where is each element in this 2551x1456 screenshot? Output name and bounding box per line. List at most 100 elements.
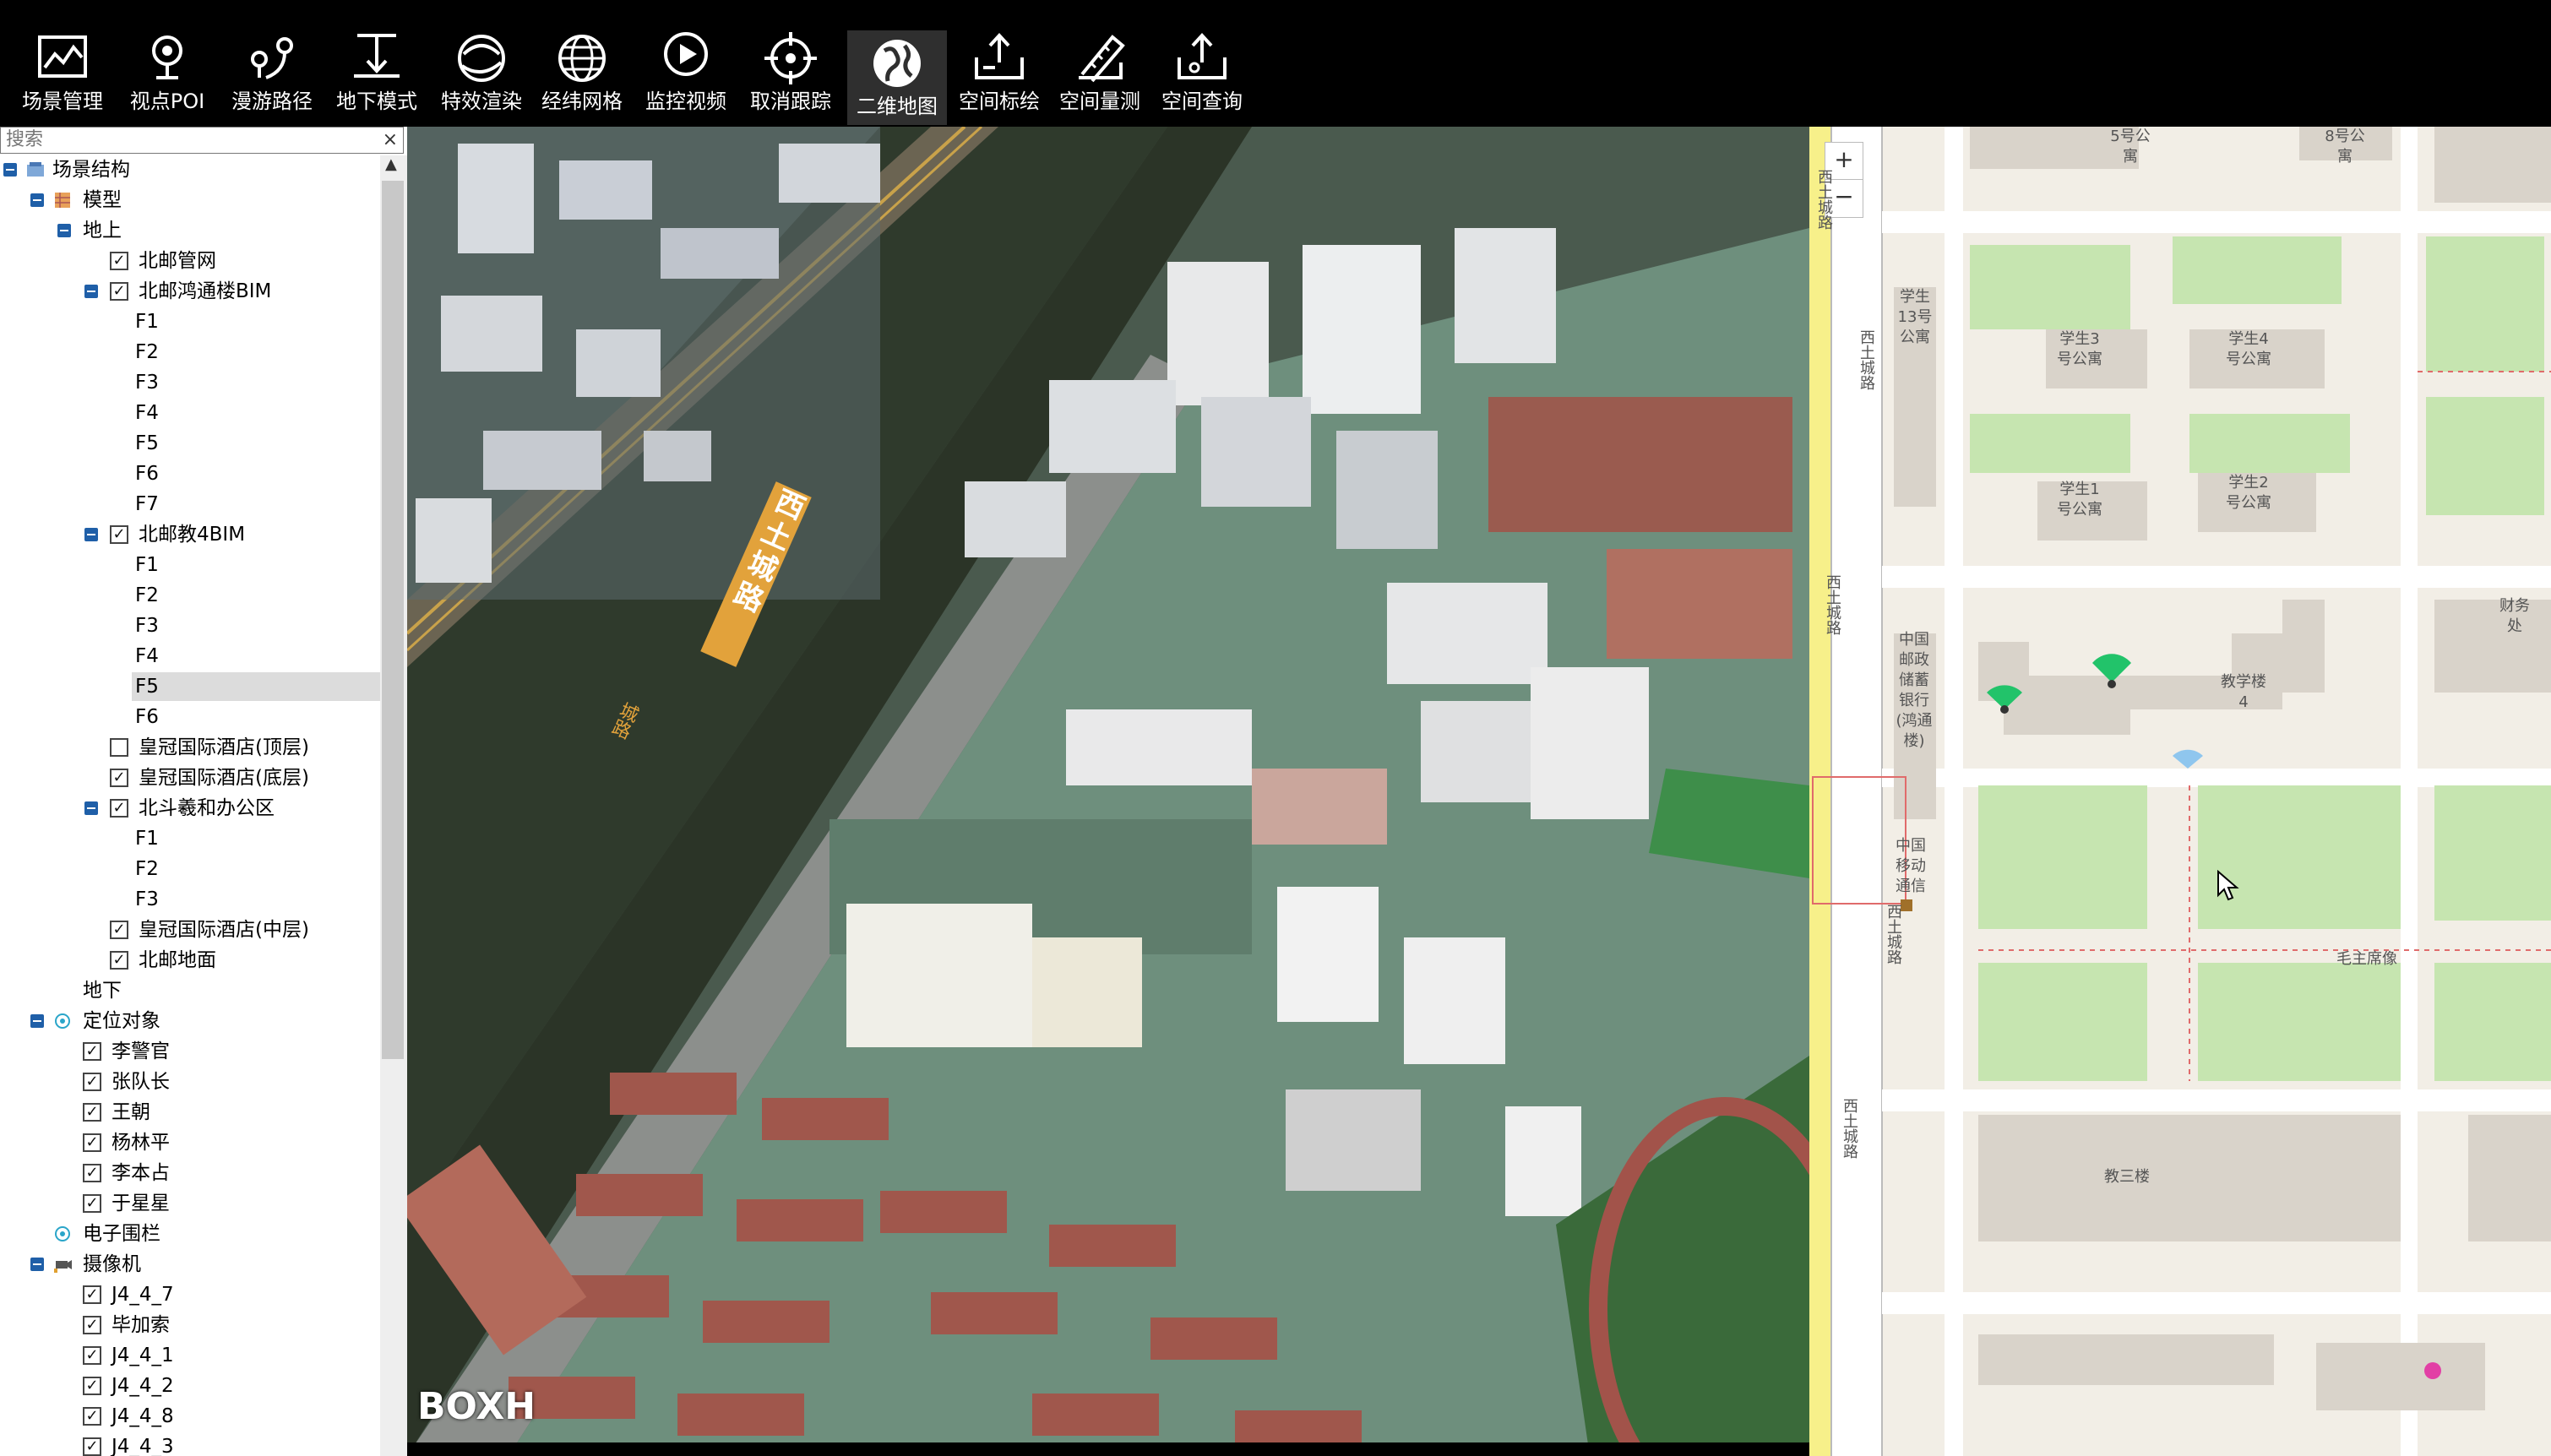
spatial-plotting-label: 空间标绘 xyxy=(959,90,1040,113)
tree-label: J4_4_2 xyxy=(112,1375,174,1397)
roaming-path-icon xyxy=(251,37,293,79)
2d-map-button[interactable]: 二维地图 xyxy=(847,30,947,125)
floor-item[interactable]: F2 xyxy=(135,581,159,610)
lat-lon-grid-button[interactable]: 经纬网格 xyxy=(532,17,632,122)
checkbox-checked[interactable]: ✓ xyxy=(83,1377,101,1395)
checkbox-checked[interactable]: ✓ xyxy=(83,1133,101,1152)
floor-item[interactable]: F3 xyxy=(135,611,159,640)
tree-label: J4_4_3 xyxy=(112,1436,174,1456)
collapse-icon[interactable] xyxy=(57,224,71,237)
checkbox-checked[interactable]: ✓ xyxy=(83,1316,101,1334)
checkbox-checked[interactable]: ✓ xyxy=(83,1164,101,1182)
checkbox-checked[interactable]: ✓ xyxy=(110,525,128,544)
scene-management-button[interactable]: 场景管理 xyxy=(13,17,112,122)
main-toolbar: 场景管理 视点POI 漫游路径 地下模式 特效渲染 经纬网格 监控视频 取消跟踪… xyxy=(0,0,2551,127)
floor-item[interactable]: F2 xyxy=(135,855,159,883)
effects-render-icon xyxy=(458,35,505,82)
floor-item[interactable]: F3 xyxy=(135,885,159,914)
scene-management-icon xyxy=(38,35,87,78)
mouse-cursor-icon xyxy=(2217,870,2239,901)
collapse-icon[interactable] xyxy=(30,1258,44,1271)
collapse-icon[interactable] xyxy=(30,1014,44,1028)
collapse-icon[interactable] xyxy=(84,801,98,815)
checkbox-checked[interactable]: ✓ xyxy=(83,1285,101,1304)
floor-item[interactable]: F6 xyxy=(135,459,159,488)
3d-scene-view[interactable]: 西土城路 城路 BOXH xyxy=(407,127,1809,1456)
floor-item[interactable]: F5 xyxy=(135,429,159,458)
floor-item-selected[interactable]: F5 xyxy=(132,672,380,701)
cancel-tracking-label: 取消跟踪 xyxy=(750,90,831,113)
scroll-up-icon[interactable]: ▲ xyxy=(385,155,397,173)
student-dorm-2-label: 学生2号公寓 xyxy=(2226,474,2271,512)
checkbox-checked[interactable]: ✓ xyxy=(110,769,128,787)
close-icon[interactable]: × xyxy=(383,129,398,150)
floor-item[interactable]: F1 xyxy=(135,551,159,579)
scene-management-label: 场景管理 xyxy=(22,90,103,113)
roaming-path-button[interactable]: 漫游路径 xyxy=(222,17,322,122)
spatial-query-button[interactable]: 空间查询 xyxy=(1152,17,1252,122)
cancel-tracking-icon xyxy=(764,32,817,84)
surveillance-video-icon xyxy=(664,32,708,76)
collapse-icon[interactable] xyxy=(84,528,98,541)
2d-map-view[interactable]: + − 西土城路 西土城路 西土城路 西土城路 西土城路 5号公寓 8号公寓 学… xyxy=(1809,127,2551,1456)
student-dorm-13-label: 学生13号公寓 xyxy=(1897,288,1933,346)
scrollbar-thumb[interactable] xyxy=(382,181,404,1059)
floor-item[interactable]: F6 xyxy=(135,703,159,731)
road-label: 西土城路 xyxy=(1885,904,1902,964)
collapse-icon[interactable] xyxy=(84,285,98,298)
spatial-plotting-button[interactable]: 空间标绘 xyxy=(949,17,1049,122)
checkbox-checked[interactable]: ✓ xyxy=(83,1194,101,1213)
scrollbar[interactable]: ▲ xyxy=(380,155,407,1456)
floor-label: F5 xyxy=(135,676,159,698)
2d-map-label: 二维地图 xyxy=(857,95,938,118)
checkbox-checked[interactable]: ✓ xyxy=(110,951,128,970)
floor-item[interactable]: F3 xyxy=(135,368,159,397)
checkbox-checked[interactable]: ✓ xyxy=(83,1407,101,1426)
floor-item[interactable]: F1 xyxy=(135,824,159,853)
underground-mode-button[interactable]: 地下模式 xyxy=(327,17,427,122)
checkbox-checked[interactable]: ✓ xyxy=(110,799,128,818)
checkbox-unchecked[interactable] xyxy=(110,738,128,757)
student-dorm-3-label: 学生3号公寓 xyxy=(2057,330,2102,368)
spatial-measure-button[interactable]: 空间量测 xyxy=(1050,17,1150,122)
floor-item[interactable]: F4 xyxy=(135,399,159,427)
cancel-tracking-button[interactable]: 取消跟踪 xyxy=(741,17,840,122)
effects-render-button[interactable]: 特效渲染 xyxy=(432,17,531,122)
floor-label: F1 xyxy=(135,554,159,576)
search-input[interactable] xyxy=(1,128,366,151)
3d-city-render xyxy=(407,127,1809,1456)
tree-label: J4_4_7 xyxy=(112,1284,174,1306)
checkbox-checked[interactable]: ✓ xyxy=(83,1073,101,1091)
floor-label: F7 xyxy=(135,493,159,515)
student-dorm-4-label: 学生4号公寓 xyxy=(2226,330,2271,368)
checkbox-checked[interactable]: ✓ xyxy=(83,1346,101,1365)
collapse-icon[interactable] xyxy=(30,193,44,207)
tree-label: 电子围栏 xyxy=(83,1223,160,1245)
checkbox-checked[interactable]: ✓ xyxy=(110,921,128,939)
checkbox-checked[interactable]: ✓ xyxy=(83,1103,101,1122)
spatial-query-icon xyxy=(1178,33,1227,79)
tree-label: 毕加索 xyxy=(112,1314,170,1336)
tree-label: 地上 xyxy=(83,220,122,242)
surveillance-video-label: 监控视频 xyxy=(645,90,726,113)
floor-label: F3 xyxy=(135,615,159,637)
spatial-measure-label: 空间量测 xyxy=(1059,90,1140,113)
collapse-icon[interactable] xyxy=(3,163,17,177)
floor-item[interactable]: F2 xyxy=(135,338,159,367)
floor-label: F1 xyxy=(135,828,159,850)
viewpoint-poi-button[interactable]: 视点POI xyxy=(117,17,217,122)
tree-label: 地下 xyxy=(83,980,122,1002)
checkbox-checked[interactable]: ✓ xyxy=(110,252,128,270)
floor-item[interactable]: F1 xyxy=(135,307,159,336)
checkbox-checked[interactable]: ✓ xyxy=(110,282,128,301)
floor-item[interactable]: F4 xyxy=(135,642,159,671)
floor-label: F2 xyxy=(135,584,159,606)
surveillance-video-button[interactable]: 监控视频 xyxy=(636,17,736,122)
road-label: 西土城路 xyxy=(1857,329,1875,390)
checkbox-checked[interactable]: ✓ xyxy=(83,1042,101,1061)
floor-item[interactable]: F7 xyxy=(135,490,159,519)
floor-label: F1 xyxy=(135,311,159,333)
tree-label: 场景结构 xyxy=(52,159,130,181)
checkbox-checked[interactable]: ✓ xyxy=(83,1437,101,1456)
tree-label: 模型 xyxy=(83,189,122,211)
